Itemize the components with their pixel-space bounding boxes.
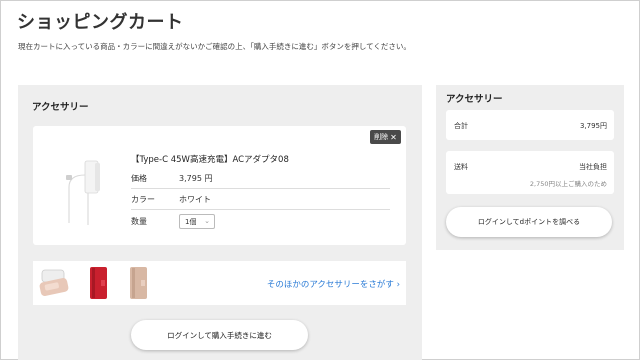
color-value: ホワイト: [179, 194, 211, 204]
shipping-note: 2,750円以上ご購入のため: [529, 180, 607, 188]
summary-panel: アクセサリー 合計 3,795円 送料 当社負担 2,750円以上ご購入のため …: [436, 85, 624, 250]
price-label: 価格: [131, 173, 147, 183]
product-name: 【Type-C 45W高速充電】ACアダプタ08: [131, 155, 289, 165]
price-row: 価格 3,795 円: [131, 168, 390, 189]
close-icon: ✕: [390, 132, 397, 142]
accessory-suggestions: そのほかのアクセサリーをさがす ›: [33, 261, 406, 305]
color-label: カラー: [131, 194, 155, 204]
login-points-button[interactable]: ログインしてdポイントを調べる: [446, 207, 612, 237]
summary-section-title: アクセサリー: [446, 94, 503, 105]
shipping-box: 送料 当社負担 2,750円以上ご購入のため: [446, 151, 614, 194]
shipping-value: 当社負担: [579, 163, 607, 171]
price-value: 3,795 円: [179, 173, 213, 183]
accessory-thumb-beige-case[interactable]: [121, 266, 157, 300]
subtotal-value: 3,795円: [579, 122, 607, 130]
quantity-row: 数量 1個 ⌄: [131, 211, 390, 232]
shipping-label: 送料: [454, 163, 468, 171]
cart-notice: 現在カートに入っている商品・カラーに間違えがないかご確認の上、「購入手続きに進む…: [18, 42, 411, 51]
chevron-down-icon: ⌄: [204, 217, 210, 225]
color-row: カラー ホワイト: [131, 189, 390, 210]
quantity-value: 1個: [185, 217, 197, 226]
delete-button[interactable]: 削除 ✕: [370, 130, 401, 144]
delete-label: 削除: [374, 133, 389, 141]
subtotal-box: 合計 3,795円: [446, 110, 614, 140]
product-image: [66, 160, 100, 225]
quantity-label: 数量: [131, 217, 147, 226]
cart-panel: アクセサリー 削除 ✕ 【Type-C 45W高速充電】ACアダプタ08 価格 …: [18, 85, 422, 360]
more-accessories-link[interactable]: そのほかのアクセサリーをさがす ›: [267, 278, 400, 290]
accessory-thumb-red-case[interactable]: [81, 266, 117, 300]
accessory-thumb-charger[interactable]: [37, 266, 73, 300]
subtotal-label: 合計: [454, 122, 468, 130]
page-title: ショッピングカート: [17, 12, 184, 33]
cart-section-title: アクセサリー: [32, 102, 89, 113]
quantity-select[interactable]: 1個 ⌄: [179, 214, 215, 229]
login-checkout-button[interactable]: ログインして購入手続きに進む: [131, 320, 308, 350]
cart-item-card: 削除 ✕ 【Type-C 45W高速充電】ACアダプタ08 価格 3,795 円…: [33, 126, 406, 245]
